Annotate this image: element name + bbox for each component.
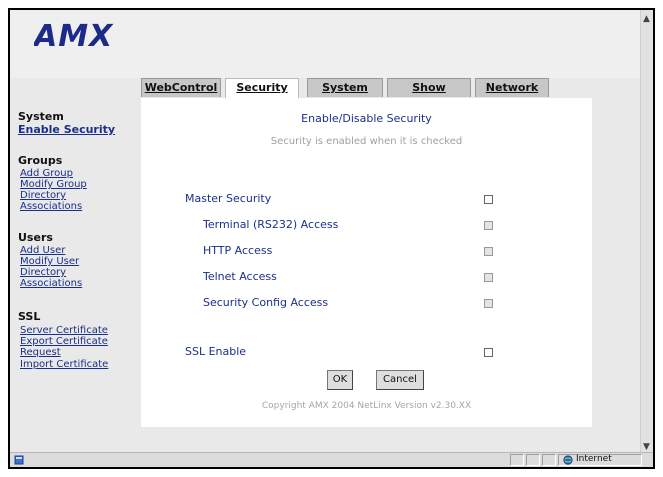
sidebar-heading-ssl: SSL [18,310,41,323]
amx-logo: AMX [34,20,114,50]
status-bar: Internet [10,452,653,467]
sidebar-link-import-certificate[interactable]: Import Certificate [20,359,108,370]
sidebar-link-modify-user[interactable]: Modify User [20,256,79,267]
option-label-security-config-access: Security Config Access [203,296,329,309]
tab-network[interactable]: Network [475,78,549,97]
option-label-terminal-access: Terminal (RS232) Access [203,218,339,231]
sidebar-nav: System Enable Security Groups Add Group … [10,78,140,456]
copyright-text: Copyright AMX 2004 NetLinx Version v2.30… [261,401,472,411]
sidebar-link-enable-security[interactable]: Enable Security [18,124,115,135]
status-pane-1 [510,454,524,466]
sidebar-heading-system: System [18,110,64,123]
tab-webcontrol[interactable]: WebControl [141,78,221,97]
globe-icon [563,455,573,465]
scroll-down-arrow-icon[interactable]: ▼ [643,442,650,452]
tab-security[interactable]: Security [225,78,299,99]
sidebar-link-group-associations[interactable]: Associations [20,201,82,212]
panel-title: Enable/Disable Security [301,112,432,125]
sidebar-link-export-certificate[interactable]: Export Certificate [20,336,108,347]
option-label-master-security: Master Security [185,192,272,205]
header-banner: AMX [10,10,642,78]
checkbox-terminal-access[interactable] [484,221,493,230]
sidebar-link-group-directory[interactable]: Directory [20,190,66,201]
checkbox-ssl-enable[interactable] [484,348,493,357]
sidebar-link-user-directory[interactable]: Directory [20,267,66,278]
tab-system[interactable]: System [307,78,383,97]
sidebar-heading-users: Users [18,231,53,244]
sidebar-link-user-associations[interactable]: Associations [20,278,82,289]
ok-button[interactable]: OK [327,370,353,390]
sidebar-heading-groups: Groups [18,154,63,167]
checkbox-master-security[interactable] [484,195,493,204]
sidebar-link-add-group[interactable]: Add Group [20,168,73,179]
zone-label: Internet [576,454,612,464]
tab-show-devices[interactable]: Show Devices [387,78,471,112]
checkbox-telnet-access[interactable] [484,273,493,282]
panel-subtitle: Security is enabled when it is checked [270,136,463,147]
vertical-scrollbar[interactable]: ▲ ▼ [640,10,653,456]
logo-text: AMX [34,20,114,50]
checkbox-http-access[interactable] [484,247,493,256]
scroll-up-arrow-icon[interactable]: ▲ [643,14,650,24]
status-pane-2 [526,454,540,466]
sidebar-link-server-certificate[interactable]: Server Certificate [20,325,108,336]
security-panel: Enable/Disable Security Security is enab… [141,98,592,427]
option-label-telnet-access: Telnet Access [203,270,277,283]
checkbox-security-config-access[interactable] [484,299,493,308]
option-label-ssl-enable: SSL Enable [185,345,247,358]
sidebar-link-request[interactable]: Request [20,347,61,358]
status-pane-3 [542,454,556,466]
sidebar-link-add-user[interactable]: Add User [20,245,65,256]
browser-window: AMX ▲ ▼ WebControl Security System Show … [8,8,655,469]
cancel-button[interactable]: Cancel [376,370,424,390]
sidebar-link-modify-group[interactable]: Modify Group [20,179,87,190]
ie-page-icon [14,455,24,465]
option-label-http-access: HTTP Access [203,244,273,257]
